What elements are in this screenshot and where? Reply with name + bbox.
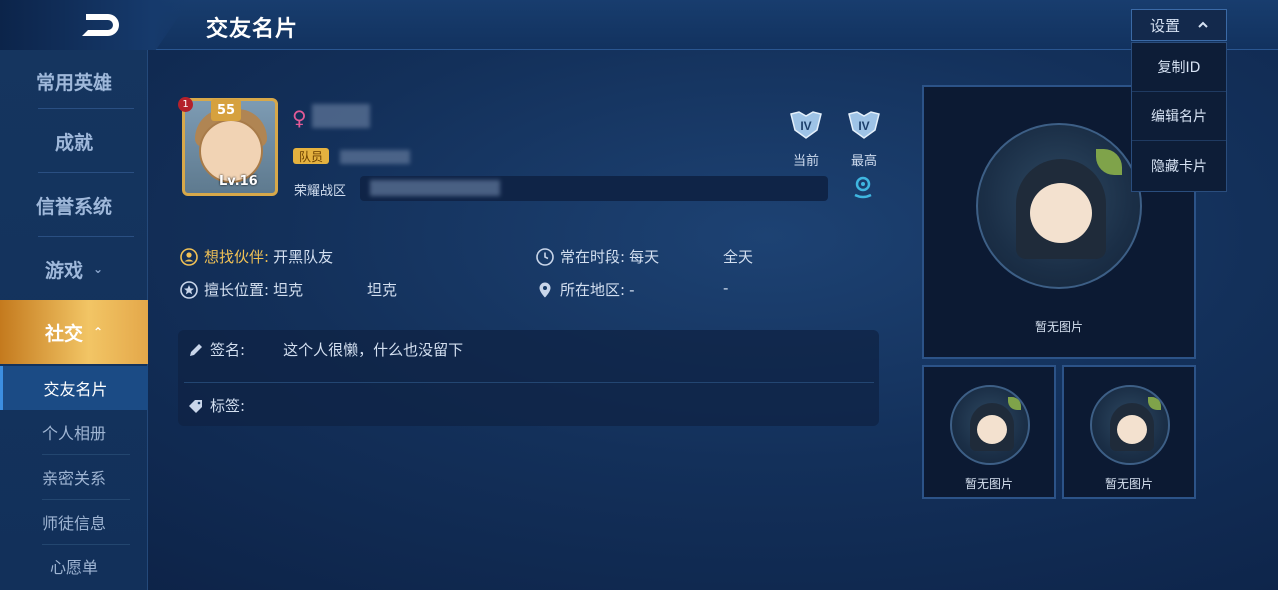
position-value-2-wrap: 坦克 xyxy=(367,279,397,300)
photo-caption: 暂无图片 xyxy=(964,477,1013,491)
partner-key: 想找伙伴: xyxy=(204,248,270,266)
leaf-icon xyxy=(1008,397,1021,410)
partner-value: 开黑队友 xyxy=(273,248,334,266)
rank-current[interactable]: IV 当前 xyxy=(784,110,828,169)
position-value-1: 坦克 xyxy=(273,281,304,299)
signature-key: 签名: xyxy=(210,341,246,359)
signature-row: 签名: 这个人很懒，什么也没留下 xyxy=(188,339,463,360)
sidebar-subitem-wishlist[interactable]: 心愿单 xyxy=(0,544,148,588)
signature-value: 这个人很懒，什么也没留下 xyxy=(283,341,464,359)
leaf-icon xyxy=(1148,397,1161,410)
position-value-2: 坦克 xyxy=(367,281,398,299)
time-value-2-wrap: 全天 xyxy=(723,246,753,267)
photo-slot-2[interactable]: 暂无图片 xyxy=(922,365,1056,499)
rank-current-label: 当前 xyxy=(792,154,819,169)
chevron-up-icon xyxy=(1198,21,1208,28)
star-icon xyxy=(180,280,198,299)
rank-crest-icon: IV xyxy=(790,111,822,139)
tags-row: 标签: xyxy=(188,395,245,416)
sidebar-item-label: 社交 xyxy=(44,322,83,345)
chevron-up-icon: ⌃ xyxy=(92,325,104,339)
signature-divider xyxy=(184,382,874,383)
page-title: 交友名片 xyxy=(206,17,299,42)
tags-key: 标签: xyxy=(210,397,246,415)
sidebar-item-games[interactable]: 游戏 ⌄ xyxy=(0,238,148,300)
pencil-icon xyxy=(190,343,202,356)
girl-face xyxy=(1117,415,1147,444)
position-key: 擅长位置: xyxy=(204,281,270,299)
rank-badge: 1 xyxy=(178,97,193,112)
leaf-icon xyxy=(1096,149,1122,175)
photo-caption: 暂无图片 xyxy=(1104,477,1153,491)
settings-dropdown-button[interactable]: 设置 xyxy=(1131,9,1227,41)
photo-slot-3[interactable]: 暂无图片 xyxy=(1062,365,1196,499)
chevron-down-icon: ⌄ xyxy=(92,262,104,276)
rank-highest-label: 最高 xyxy=(850,154,877,169)
empty-photo-placeholder-icon xyxy=(1090,385,1170,465)
back-arrow-icon xyxy=(82,14,119,36)
settings-label: 设置 xyxy=(1149,16,1180,35)
sidebar-divider xyxy=(38,172,134,173)
time-value-1: 每天 xyxy=(629,248,660,266)
top-bar: 交友名片 xyxy=(0,0,1278,50)
empty-photo-placeholder-icon xyxy=(976,123,1142,289)
sidebar-subitem-intimacy[interactable]: 亲密关系 xyxy=(0,455,148,499)
sidebar-subitem-friend-card[interactable]: 交友名片 xyxy=(0,366,148,410)
member-tag: 队员 xyxy=(293,148,329,164)
region-value-1: - xyxy=(629,280,635,299)
menu-item-hide-card[interactable]: 隐藏卡片 xyxy=(1132,141,1226,190)
rank-highest-tier: IV xyxy=(858,119,869,133)
rank-highest[interactable]: IV 最高 xyxy=(842,110,886,169)
sidebar: 常用英雄 成就 信誉系统 游戏 ⌄ 社交 ⌃ 交友名片 个人相册 亲密关系 师徒… xyxy=(0,50,148,590)
sidebar-item-credit-system[interactable]: 信誉系统 xyxy=(0,174,148,236)
level-badge: 55 xyxy=(211,99,241,121)
region-value-2: - xyxy=(723,279,729,297)
signature-panel: 签名: 这个人很懒，什么也没留下 标签: xyxy=(178,330,879,426)
menu-item-edit-card[interactable]: 编辑名片 xyxy=(1132,92,1226,141)
region-row: 所在地区: - xyxy=(536,279,634,300)
person-icon xyxy=(180,247,198,266)
female-icon: ♀ xyxy=(292,106,307,130)
player-name-redacted xyxy=(312,104,370,128)
tag-icon xyxy=(189,399,202,413)
sidebar-divider xyxy=(38,108,134,109)
rank-current-tier: IV xyxy=(800,119,811,133)
empty-photo-placeholder-icon xyxy=(950,385,1030,465)
zone-value-redacted xyxy=(370,180,500,196)
menu-item-copy-id[interactable]: 复制ID xyxy=(1132,43,1226,92)
region-value-2-wrap: - xyxy=(723,279,728,297)
sidebar-divider xyxy=(38,236,134,237)
back-button[interactable] xyxy=(0,0,190,50)
avatar-level-text: Lv.16 xyxy=(219,174,258,189)
photo-caption: 暂无图片 xyxy=(1034,320,1083,334)
sidebar-subitem-mentorship[interactable]: 师徒信息 xyxy=(0,500,148,544)
team-name-redacted xyxy=(340,150,410,164)
girl-face xyxy=(977,415,1007,444)
settings-menu: 复制ID 编辑名片 隐藏卡片 xyxy=(1131,42,1227,192)
position-row: 擅长位置: 坦克 xyxy=(180,279,303,300)
sidebar-item-label: 游戏 xyxy=(44,259,83,282)
clock-icon xyxy=(536,247,554,266)
zone-label: 荣耀战区 xyxy=(294,184,347,199)
sidebar-subitem-album[interactable]: 个人相册 xyxy=(0,410,148,454)
location-pin-icon[interactable] xyxy=(851,175,875,199)
sidebar-item-social[interactable]: 社交 ⌃ xyxy=(0,300,148,364)
sidebar-item-heroes[interactable]: 常用英雄 xyxy=(0,50,148,112)
time-key: 常在时段: xyxy=(560,248,626,266)
partner-row: 想找伙伴: 开黑队友 xyxy=(180,246,333,267)
girl-face xyxy=(1030,183,1092,243)
time-row: 常在时段: 每天 xyxy=(536,246,659,267)
location-icon xyxy=(539,282,551,297)
region-key: 所在地区: xyxy=(560,281,626,299)
time-value-2: 全天 xyxy=(723,248,754,266)
rank-crest-icon: IV xyxy=(848,111,880,139)
sidebar-item-achievements[interactable]: 成就 xyxy=(0,110,148,172)
